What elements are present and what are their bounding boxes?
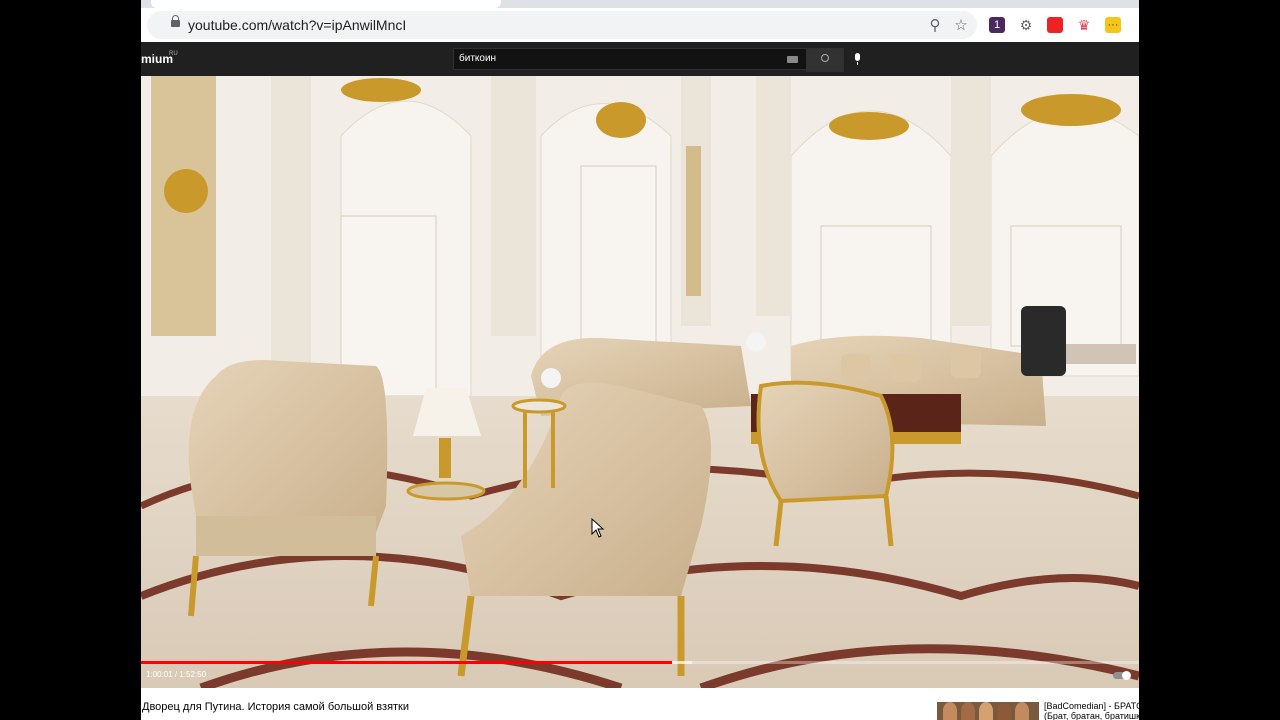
search-input[interactable]: биткоин [453, 48, 807, 70]
keyboard-icon[interactable] [787, 56, 798, 63]
search-button[interactable] [806, 48, 844, 72]
mouse-cursor-icon [591, 518, 605, 538]
autoplay-toggle[interactable] [1113, 671, 1131, 680]
address-bar[interactable]: youtube.com/watch?v=ipAnwilMncI ⚲ ☆ [147, 11, 977, 39]
logo-region: RU [169, 51, 178, 57]
progress-buffered [671, 661, 692, 664]
zoom-icon[interactable]: ⚲ [925, 16, 945, 34]
star-icon[interactable]: ☆ [951, 16, 971, 34]
video-title: Дворец для Путина. История самой большой… [142, 701, 410, 713]
microphone-icon[interactable] [855, 53, 860, 65]
extension-bug-icon[interactable]: ♛ [1076, 17, 1092, 33]
letterbox-left [0, 0, 141, 720]
browser-window: youtube.com/watch?v=ipAnwilMncI ⚲ ☆ 1 ⚙ … [141, 0, 1139, 720]
toolbar: youtube.com/watch?v=ipAnwilMncI ⚲ ☆ 1 ⚙ … [141, 8, 1139, 42]
search-query[interactable]: биткоин [459, 53, 496, 64]
extension-gear-icon[interactable]: ⚙ [1018, 17, 1034, 33]
video-frame [141, 76, 1139, 688]
url-text[interactable]: youtube.com/watch?v=ipAnwilMncI [188, 17, 406, 33]
recommendation-title-line2[interactable]: (Брат, братан, братишка) [1044, 711, 1139, 720]
extension-yellow-icon[interactable]: ··· [1105, 17, 1121, 33]
recommendation-title-line1[interactable]: [BadComedian] - БРАТСТВО [1044, 701, 1139, 711]
recommendation-title[interactable]: [BadComedian] - БРАТСТВО (Брат, братан, … [1044, 701, 1139, 720]
recommendation-thumbnail[interactable] [937, 702, 1039, 720]
below-player: Дворец для Путина. История самой большой… [141, 688, 1139, 720]
extension-red-icon[interactable] [1047, 17, 1063, 33]
search-icon [821, 54, 829, 62]
extension-purple-icon[interactable]: 1 [989, 17, 1005, 33]
video-player[interactable]: 1:00:01 / 1:52:50 [141, 76, 1139, 688]
progress-played[interactable] [141, 661, 672, 664]
lock-icon[interactable] [171, 15, 180, 27]
letterbox-right [1139, 0, 1280, 720]
toggle-knob [1122, 671, 1131, 680]
tab-strip [141, 0, 1139, 8]
active-tab[interactable] [151, 0, 501, 8]
youtube-masthead: mium RU биткоин [141, 42, 1139, 76]
time-display: 1:00:01 / 1:52:50 [146, 670, 207, 679]
